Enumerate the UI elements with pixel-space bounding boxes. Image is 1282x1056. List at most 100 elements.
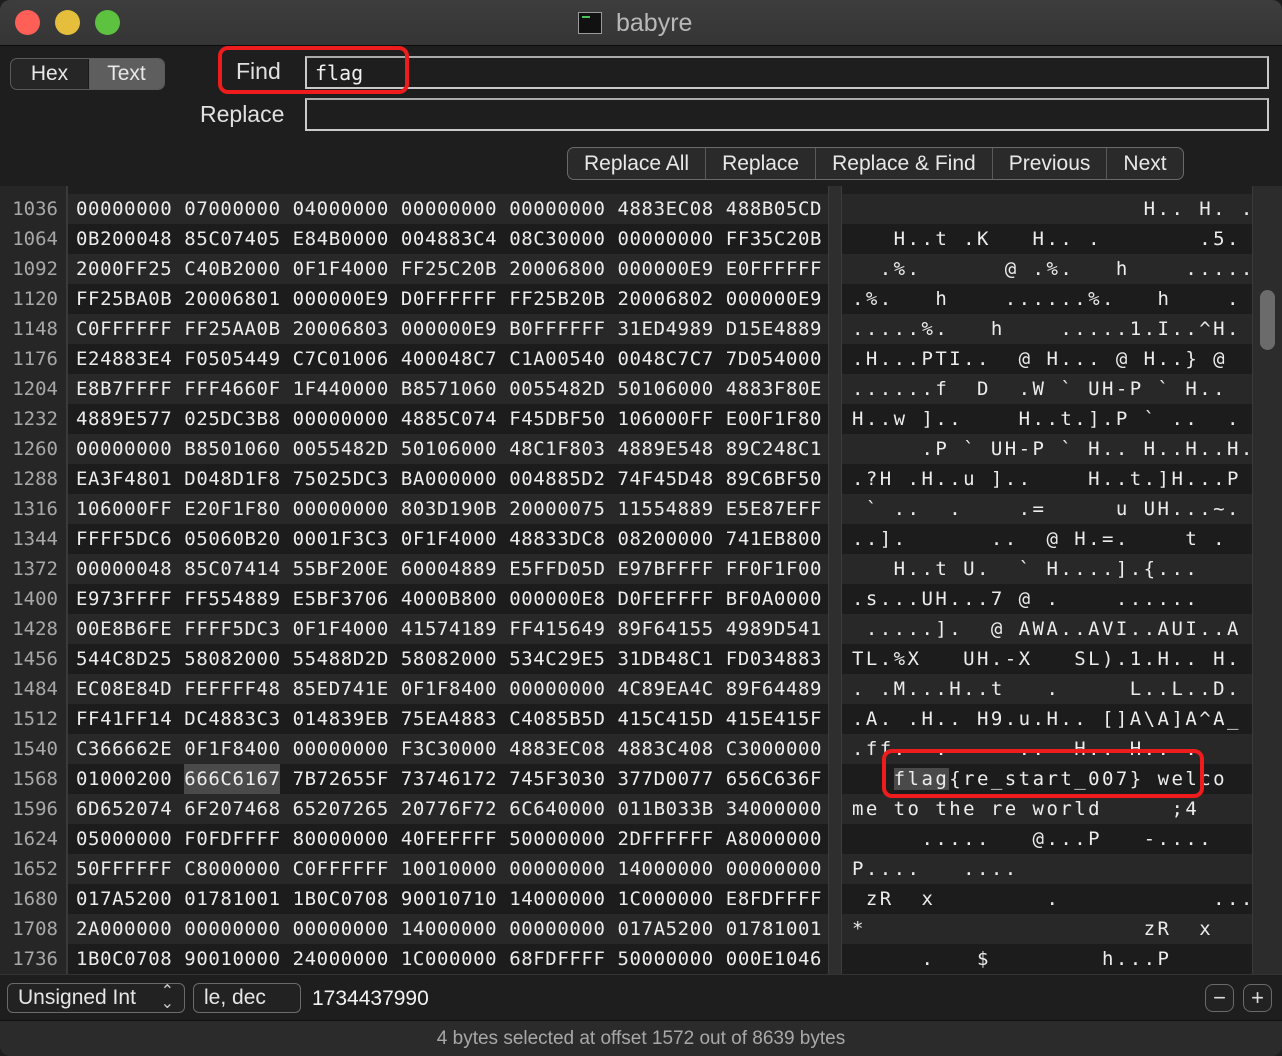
- replace-and-find-button[interactable]: Replace & Find: [816, 148, 993, 179]
- text-column[interactable]: ......f D .W ` UH-P ` H..: [852, 374, 1227, 404]
- hex-byte-group[interactable]: 01000200: [76, 764, 172, 794]
- hex-byte-group[interactable]: FF25B20B: [509, 284, 605, 314]
- text-column[interactable]: . .M...H..t . L..L..D.: [852, 674, 1241, 704]
- hex-byte-group[interactable]: 14000000: [617, 854, 713, 884]
- text-column[interactable]: ..... @...P -....: [852, 824, 1213, 854]
- hex-byte-group[interactable]: 0F1F8400: [184, 734, 280, 764]
- hex-byte-group[interactable]: 75025DC3: [293, 464, 389, 494]
- hex-byte-group[interactable]: A8000000: [726, 824, 822, 854]
- hex-bytes[interactable]: 4889E577 025DC3B8 00000000 4885C074 F45DBF50…: [76, 404, 834, 434]
- hex-byte-group[interactable]: D0FFFFFF: [401, 284, 497, 314]
- previous-button[interactable]: Previous: [993, 148, 1108, 179]
- hex-byte-group[interactable]: 014839EB: [293, 704, 389, 734]
- hex-byte-group[interactable]: E973FFFF: [76, 584, 172, 614]
- hex-byte-group[interactable]: 00000000: [509, 854, 605, 884]
- hex-byte-group[interactable]: 00000000: [293, 494, 389, 524]
- text-column[interactable]: H.. H. .: [852, 194, 1255, 224]
- hex-byte-group[interactable]: EC08E84D: [76, 674, 172, 704]
- hex-byte-group[interactable]: 50FFFFFF: [76, 854, 172, 884]
- hex-byte-group[interactable]: 0F1F4000: [401, 524, 497, 554]
- hex-byte-group[interactable]: 10010000: [401, 854, 497, 884]
- text-column[interactable]: .s...UH...7 @ . ......: [852, 584, 1199, 614]
- hex-byte-group[interactable]: 0F1F4000: [293, 254, 389, 284]
- hex-byte-group[interactable]: 80000000: [293, 824, 389, 854]
- hex-byte-group[interactable]: 6C640000: [509, 794, 605, 824]
- hex-byte-group[interactable]: FF415649: [509, 614, 605, 644]
- hex-byte-group[interactable]: 31DB48C1: [617, 644, 713, 674]
- hex-byte-group[interactable]: 377D0077: [617, 764, 713, 794]
- hex-byte-group[interactable]: 4883C408: [617, 734, 713, 764]
- hex-byte-group[interactable]: 58082000: [184, 644, 280, 674]
- hex-byte-group[interactable]: FEFFFF48: [184, 674, 280, 704]
- text-column[interactable]: H..t .K H.. . .5.: [852, 224, 1241, 254]
- hex-byte-group[interactable]: 1B0C0708: [76, 944, 172, 974]
- hex-byte-group[interactable]: 004883C4: [401, 224, 497, 254]
- hex-byte-group[interactable]: C0FFFFFF: [76, 314, 172, 344]
- hex-byte-group[interactable]: 004885D2: [509, 464, 605, 494]
- text-column[interactable]: ` .. . .= u UH...~.: [852, 494, 1241, 524]
- hex-bytes[interactable]: 00000048 85C07414 55BF200E 60004889 E5FFD05D…: [76, 554, 834, 584]
- hex-byte-group[interactable]: E24883E4: [76, 344, 172, 374]
- hex-byte-group[interactable]: 31ED4989: [617, 314, 713, 344]
- hex-byte-group[interactable]: 000000E9: [617, 254, 713, 284]
- hex-byte-group[interactable]: B8571060: [401, 374, 497, 404]
- hex-byte-group[interactable]: 803D190B: [401, 494, 497, 524]
- hex-byte-group[interactable]: E5BF3706: [293, 584, 389, 614]
- text-column[interactable]: H..w ].. H..t.].P ` .. .: [852, 404, 1241, 434]
- hex-byte-group[interactable]: FF0F1F00: [726, 554, 822, 584]
- hex-byte-group[interactable]: FFF4660F: [184, 374, 280, 404]
- hex-byte-group[interactable]: 00000000: [293, 404, 389, 434]
- hex-byte-group[interactable]: 400048C7: [401, 344, 497, 374]
- hex-byte-group[interactable]: 1F440000: [293, 374, 389, 404]
- hex-byte-group[interactable]: 0F1F8400: [401, 674, 497, 704]
- hex-byte-group[interactable]: C1A00540: [509, 344, 605, 374]
- hex-bytes[interactable]: 106000FF E20F1F80 00000000 803D190B 20000075…: [76, 494, 834, 524]
- hex-bytes[interactable]: 00000000 07000000 04000000 00000000 00000000…: [76, 194, 834, 224]
- hex-bytes[interactable]: 1B0C0708 90010000 24000000 1C000000 68FDFFFF…: [76, 944, 834, 974]
- minimize-window-button[interactable]: [55, 10, 80, 35]
- hex-byte-group[interactable]: 89F64489: [726, 674, 822, 704]
- next-button[interactable]: Next: [1107, 148, 1182, 179]
- hex-byte-group[interactable]: 07000000: [184, 194, 280, 224]
- hex-byte-group[interactable]: 00000048: [76, 554, 172, 584]
- hex-byte-group[interactable]: 6F207468: [184, 794, 280, 824]
- hex-byte-group[interactable]: 4989D541: [726, 614, 822, 644]
- hex-bytes[interactable]: 017A5200 01781001 1B0C0708 90010710 14000000…: [76, 884, 834, 914]
- hex-byte-group[interactable]: 2A000000: [76, 914, 172, 944]
- hex-byte-group[interactable]: 89C6BF50: [726, 464, 822, 494]
- hex-bytes[interactable]: 00000000 B8501060 0055482D 50106000 48C1F803…: [76, 434, 834, 464]
- hex-byte-group[interactable]: 0055482D: [293, 434, 389, 464]
- text-column[interactable]: .ff. . .. H.. H.. .: [852, 734, 1199, 764]
- hex-byte-group[interactable]: 2DFFFFFF: [617, 824, 713, 854]
- hex-mode-button[interactable]: Hex: [11, 59, 89, 89]
- hex-byte-group[interactable]: 011B033B: [617, 794, 713, 824]
- hex-byte-group[interactable]: 656C636F: [726, 764, 822, 794]
- hex-byte-group[interactable]: 60004889: [401, 554, 497, 584]
- hex-byte-group[interactable]: C8000000: [184, 854, 280, 884]
- hex-byte-group[interactable]: 05060B20: [184, 524, 280, 554]
- hex-byte-group[interactable]: 58082000: [401, 644, 497, 674]
- hex-byte-group[interactable]: 534C29E5: [509, 644, 605, 674]
- hex-byte-group[interactable]: 00000000: [76, 194, 172, 224]
- hex-byte-group[interactable]: 90010000: [184, 944, 280, 974]
- hex-byte-group[interactable]: F0505449: [184, 344, 280, 374]
- close-window-button[interactable]: [15, 10, 40, 35]
- hex-byte-group[interactable]: 00E8B6FE: [76, 614, 172, 644]
- hex-byte-group[interactable]: D0FEFFFF: [617, 584, 713, 614]
- endian-format-popup[interactable]: le, dec: [193, 983, 301, 1013]
- hex-byte-group[interactable]: 20000075: [509, 494, 605, 524]
- text-column[interactable]: P.... ....: [852, 854, 1019, 884]
- hex-byte-group[interactable]: 00000000: [76, 434, 172, 464]
- hex-byte-group[interactable]: 41574189: [401, 614, 497, 644]
- hex-byte-group[interactable]: 01781001: [726, 914, 822, 944]
- text-column[interactable]: me to the re world ;4: [852, 794, 1199, 824]
- hex-byte-group[interactable]: 00000000: [184, 914, 280, 944]
- hex-byte-group[interactable]: 20006802: [617, 284, 713, 314]
- hex-byte-group[interactable]: 20006801: [184, 284, 280, 314]
- hex-byte-group[interactable]: 89F64155: [617, 614, 713, 644]
- hex-bytes[interactable]: 544C8D25 58082000 55488D2D 58082000 534C29E5…: [76, 644, 834, 674]
- scrollbar-thumb[interactable]: [1260, 290, 1275, 350]
- text-column[interactable]: . $ h...P F: [852, 944, 1269, 974]
- hex-byte-group[interactable]: 00000000: [293, 914, 389, 944]
- hex-bytes[interactable]: FFFF5DC6 05060B20 0001F3C3 0F1F4000 48833DC8…: [76, 524, 834, 554]
